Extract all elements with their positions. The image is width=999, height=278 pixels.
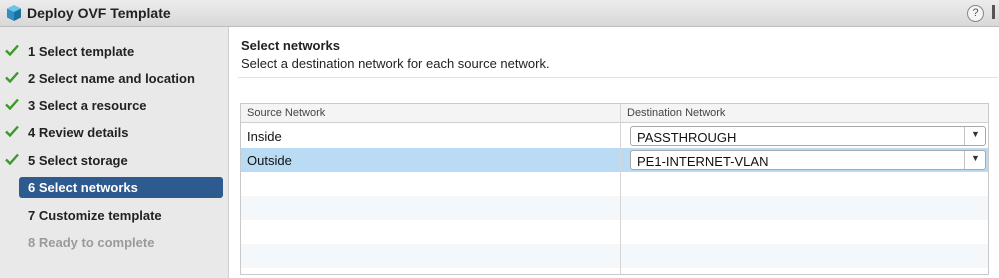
wizard-steps-sidebar: 1 Select template 2 Select name and loca… <box>0 27 229 278</box>
step-select-resource[interactable]: 3 Select a resource <box>0 95 229 117</box>
column-header-destination-network[interactable]: Destination Network <box>627 107 725 119</box>
network-mapping-table: Source Network Destination Network Insid… <box>240 103 989 275</box>
empty-row <box>241 220 988 244</box>
chevron-down-icon: ▼ <box>971 153 980 163</box>
dropdown-button[interactable]: ▼ <box>964 151 985 169</box>
step-ready-to-complete: 8 Ready to complete <box>0 232 229 254</box>
selected-value: PASSTHROUGH <box>637 130 737 145</box>
check-icon <box>5 98 19 111</box>
step-review-details[interactable]: 4 Review details <box>0 122 229 144</box>
step-customize-template[interactable]: 7 Customize template <box>0 205 229 227</box>
window-title: Deploy OVF Template <box>27 5 171 21</box>
step-select-networks[interactable]: 6 Select networks <box>0 177 229 199</box>
chevron-down-icon: ▼ <box>971 129 980 139</box>
window-titlebar: Deploy OVF Template ? <box>0 0 999 27</box>
empty-row <box>241 172 988 196</box>
check-icon <box>5 125 19 138</box>
check-icon <box>5 153 19 166</box>
step-label: 5 Select storage <box>28 153 128 168</box>
step-select-storage[interactable]: 5 Select storage <box>0 150 229 172</box>
check-icon <box>5 44 19 57</box>
table-row[interactable]: Outside PE1-INTERNET-VLAN ▼ <box>241 148 988 172</box>
page-title: Select networks <box>241 38 340 53</box>
step-label: 1 Select template <box>28 44 135 59</box>
empty-row <box>241 196 988 220</box>
destination-network-select[interactable]: PASSTHROUGH ▼ <box>630 126 986 146</box>
step-label: 2 Select name and location <box>28 71 195 86</box>
page-subtitle: Select a destination network for each so… <box>241 56 550 71</box>
table-row[interactable]: Inside PASSTHROUGH ▼ <box>241 124 988 148</box>
column-divider <box>620 104 621 274</box>
selected-value: PE1-INTERNET-VLAN <box>637 154 769 169</box>
source-network-cell: Outside <box>247 153 292 168</box>
empty-row <box>241 244 988 268</box>
dropdown-button[interactable]: ▼ <box>964 127 985 145</box>
ovf-template-icon <box>7 5 21 21</box>
table-header: Source Network Destination Network <box>241 104 988 123</box>
main-panel: Select networks Select a destination net… <box>230 27 999 278</box>
divider <box>238 77 998 78</box>
check-icon <box>5 71 19 84</box>
step-label: 6 Select networks <box>28 180 138 195</box>
step-label: 8 Ready to complete <box>28 235 155 250</box>
step-label: 3 Select a resource <box>28 98 147 113</box>
destination-network-select[interactable]: PE1-INTERNET-VLAN ▼ <box>630 150 986 170</box>
window-edge-icon[interactable] <box>992 5 995 19</box>
source-network-cell: Inside <box>247 129 282 144</box>
column-header-source-network[interactable]: Source Network <box>247 107 325 119</box>
step-select-template[interactable]: 1 Select template <box>0 41 229 63</box>
step-label: 4 Review details <box>28 125 129 140</box>
step-label: 7 Customize template <box>28 208 162 223</box>
step-select-name-location[interactable]: 2 Select name and location <box>0 68 229 90</box>
help-icon[interactable]: ? <box>967 5 984 22</box>
